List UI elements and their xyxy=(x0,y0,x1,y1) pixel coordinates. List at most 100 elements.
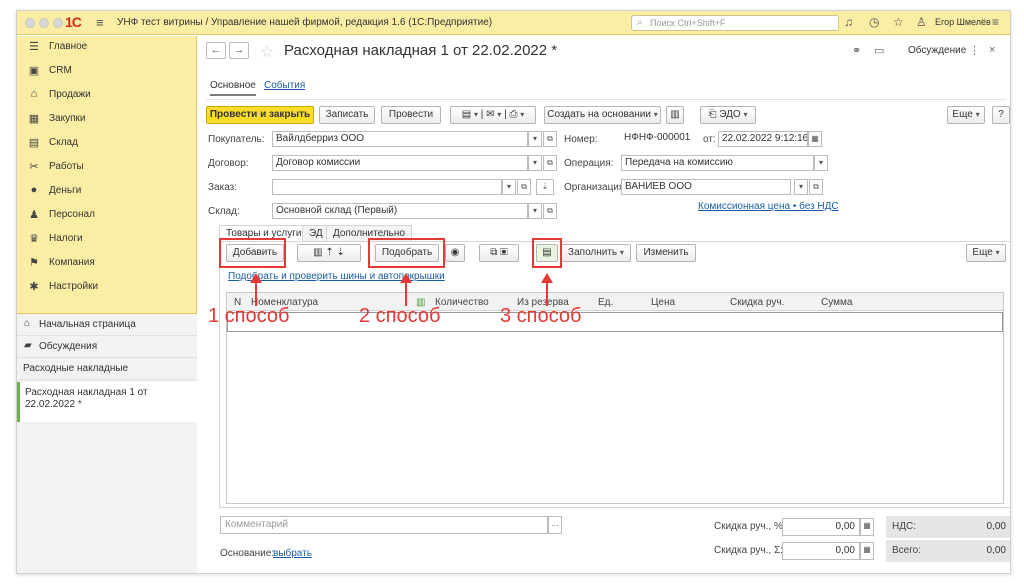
sidebar-item-crm[interactable]: ▣ CRM xyxy=(17,60,197,84)
zoom-window-icon[interactable] xyxy=(53,18,63,28)
col-sum[interactable]: Сумма xyxy=(821,297,852,308)
user-icon[interactable]: ♙ xyxy=(916,15,927,29)
close-window-icon[interactable] xyxy=(25,18,35,28)
post-button[interactable]: Провести xyxy=(381,106,441,124)
save-button[interactable]: Записать xyxy=(319,106,375,124)
invoices-list-item[interactable]: Расходные накладные xyxy=(17,358,197,380)
more-button[interactable]: Еще ▾ xyxy=(947,106,985,124)
sidebar-item-works[interactable]: ✂ Работы xyxy=(17,156,197,180)
sidebar-item-staff[interactable]: ♟ Персонал xyxy=(17,204,197,228)
move-up-icon[interactable]: ⇡ xyxy=(325,247,333,258)
buyer-open[interactable]: ⧉ xyxy=(543,131,557,147)
structure-icon[interactable]: ▥ xyxy=(666,106,684,124)
discount-sum-calc-icon[interactable]: ▦ xyxy=(860,542,874,560)
favorites-icon[interactable]: ☆ xyxy=(893,15,904,29)
comment-expand-button[interactable]: … xyxy=(548,516,562,534)
discussions-item[interactable]: ▰ Обсуждения xyxy=(17,336,197,358)
calendar-icon[interactable]: ▦ xyxy=(808,131,822,147)
discussion-button[interactable]: Обсуждение xyxy=(908,45,966,56)
col-quantity[interactable]: Количество xyxy=(435,297,489,308)
discussion-icon[interactable]: ▭ xyxy=(874,44,884,57)
tab-main[interactable]: Основное xyxy=(210,80,256,96)
tab-divider xyxy=(206,99,1006,100)
print-send-group[interactable]: ▤ ▾ | ✉ ▾ | ⎙ ▾ xyxy=(450,106,536,124)
sidebar-item-taxes[interactable]: ♛ Налоги xyxy=(17,228,197,252)
barcode-icon[interactable]: ▥ xyxy=(313,247,322,258)
favorite-star-icon[interactable]: ☆ xyxy=(260,42,274,62)
home-page-item[interactable]: ⌂ Начальная страница xyxy=(17,314,197,336)
sidebar-item-warehouse[interactable]: ▤ Склад xyxy=(17,132,197,156)
user-name[interactable]: Егор Шмелёв xyxy=(935,17,991,27)
tab-events[interactable]: События xyxy=(264,80,305,91)
history-icon[interactable]: ◷ xyxy=(869,15,879,29)
paste-icon[interactable]: ▣ xyxy=(500,247,508,258)
bell-icon[interactable]: ♫ xyxy=(844,15,853,29)
link-icon[interactable]: ⚭ xyxy=(852,44,861,57)
operation-field[interactable]: Передача на комиссию xyxy=(621,155,814,171)
back-button[interactable]: ← xyxy=(206,42,226,59)
buyer-field[interactable]: Вайлдберриз ООО xyxy=(272,131,528,147)
copy-paste-group[interactable]: ⧉ ▣ xyxy=(479,244,519,262)
order-dropdown[interactable]: ▾ xyxy=(502,179,516,195)
discount-sum-field[interactable]: 0,00 xyxy=(782,542,860,560)
comment-input[interactable]: Комментарий xyxy=(220,516,548,534)
order-open[interactable]: ⧉ xyxy=(517,179,531,195)
main-menu-icon[interactable]: ≡ xyxy=(96,15,104,30)
sidebar-item-money[interactable]: ● Деньги xyxy=(17,180,197,204)
help-button[interactable]: ? xyxy=(992,106,1010,124)
warehouse-open[interactable]: ⧉ xyxy=(543,203,557,219)
taxes-icon: ♛ xyxy=(29,233,39,245)
basis-select-link[interactable]: выбрать xyxy=(273,548,312,559)
date-field[interactable]: 22.02.2022 9:12:16 xyxy=(718,131,808,147)
minimize-window-icon[interactable] xyxy=(39,18,49,28)
discount-pct-calc-icon[interactable]: ▦ xyxy=(860,518,874,536)
discount-pct-field[interactable]: 0,00 xyxy=(782,518,860,536)
number-field[interactable]: НФНФ-000001 xyxy=(621,131,697,147)
post-and-close-button[interactable]: Провести и закрыть xyxy=(206,106,314,124)
fill-button[interactable]: Заполнить ▾ xyxy=(561,244,631,262)
sidebar-item-settings[interactable]: ✱ Настройки xyxy=(17,276,197,300)
move-down-icon[interactable]: ⇣ xyxy=(337,247,345,258)
operation-dropdown[interactable]: ▾ xyxy=(814,155,828,171)
row-tools-group[interactable]: ▥ ⇡ ⇣ xyxy=(297,244,361,262)
fill-by-order-icon[interactable]: ⇣ xyxy=(536,179,554,195)
sidebar-item-purchases[interactable]: ▦ Закупки xyxy=(17,108,197,132)
global-search-input[interactable]: ⌕ Поиск Ctrl+Shift+F xyxy=(631,15,839,31)
create-based-on-button[interactable]: Создать на основании ▾ xyxy=(544,106,661,124)
edo-button[interactable]: ⎗ ЭДО ▾ xyxy=(700,106,756,124)
printer-icon[interactable]: ⎙ xyxy=(509,109,517,120)
commission-price-link[interactable]: Комиссионная цена • без НДС xyxy=(698,201,839,212)
buyer-dropdown[interactable]: ▾ xyxy=(528,131,542,147)
more-vert-icon[interactable]: ⋮ xyxy=(969,44,980,57)
fill-label: Заполнить xyxy=(568,247,618,258)
goods-table[interactable]: N Номенклатура ▥ Количество Из резерва Е… xyxy=(226,292,1004,504)
open-window-item[interactable]: Расходная накладная 1 от 22.02.2022 * xyxy=(17,382,197,422)
organization-field[interactable]: ВАНИЕВ ООО xyxy=(621,179,791,195)
col-unit[interactable]: Ед. xyxy=(598,297,613,308)
col-manual-discount[interactable]: Скидка руч. xyxy=(730,297,784,308)
organization-dropdown[interactable]: ▾ xyxy=(794,179,808,195)
change-button[interactable]: Изменить xyxy=(636,244,696,262)
print-form-icon[interactable]: ▤ xyxy=(462,109,471,120)
more-menu-icon[interactable]: ≡ xyxy=(992,15,999,29)
contract-open[interactable]: ⧉ xyxy=(543,155,557,171)
annotation-arrow-2 xyxy=(405,282,407,306)
organization-open[interactable]: ⧉ xyxy=(809,179,823,195)
close-form-icon[interactable]: × xyxy=(989,44,995,56)
table-row[interactable] xyxy=(227,312,1003,332)
email-icon[interactable]: ✉ xyxy=(486,109,494,120)
copy-icon[interactable]: ⧉ xyxy=(490,247,497,258)
sidebar-item-main[interactable]: ☰ Главное xyxy=(17,36,197,60)
warehouse-dropdown[interactable]: ▾ xyxy=(528,203,542,219)
warehouse-field[interactable]: Основной склад (Первый) xyxy=(272,203,528,219)
view-icon[interactable]: ◉ xyxy=(445,244,465,262)
sidebar-item-sales[interactable]: ⌂ Продажи xyxy=(17,84,197,108)
sidebar-item-company[interactable]: ⚑ Компания xyxy=(17,252,197,276)
order-field[interactable] xyxy=(272,179,502,195)
contract-field[interactable]: Договор комиссии xyxy=(272,155,528,171)
contract-dropdown[interactable]: ▾ xyxy=(528,155,542,171)
forward-button[interactable]: → xyxy=(229,42,249,59)
table-more-button[interactable]: Еще ▾ xyxy=(966,244,1006,262)
discount-sum-label: Скидка руч., Σ: xyxy=(714,545,783,556)
col-price[interactable]: Цена xyxy=(651,297,675,308)
